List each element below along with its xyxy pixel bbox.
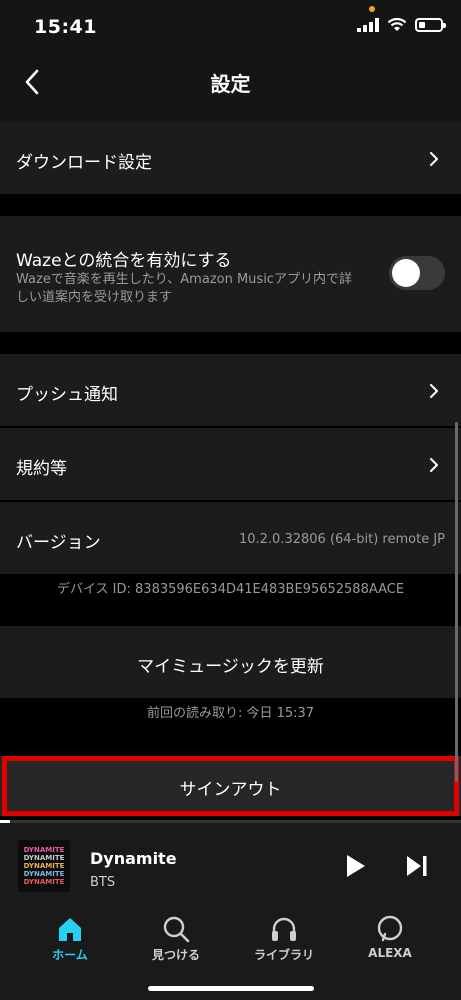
battery-icon [415,18,446,32]
nav-header: 設定 [0,50,461,122]
version-value: 10.2.0.32806 (64-bit) remote JP [238,532,445,547]
refresh-my-music-label: マイミュージックを更新 [137,657,324,677]
version-label: バージョン [16,533,101,553]
waze-integration-row[interactable]: Wazeとの統合を有効にする Wazeで音楽を再生したり、Amazon Musi… [0,216,461,332]
album-art-image: DYNAMITE DYNAMITE DYNAMITE DYNAMITE DYNA… [18,840,70,892]
wifi-icon [387,18,407,31]
skip-next-icon[interactable] [404,853,430,879]
home-icon [59,918,81,941]
headphones-icon [272,917,296,941]
waze-toggle[interactable] [389,256,445,290]
download-settings-label: ダウンロード設定 [16,153,152,173]
toggle-knob [392,259,420,287]
album-art-text: DYNAMITE [24,862,65,870]
album-art-text: DYNAMITE [24,846,65,854]
waze-description-line1: Wazeで音楽を再生したり、Amazon Musicアプリ内で詳 [16,272,352,287]
search-icon [163,916,190,943]
settings-list[interactable]: ダウンロード設定 Wazeとの統合を有効にする Wazeで音楽を再生したり、Am… [0,122,461,820]
signout-highlight-box [2,756,459,816]
cellular-signal-icon [357,18,379,32]
tab-library-label: ライブラリ [253,948,314,962]
status-time: 15:41 [34,16,97,38]
privacy-indicator [369,6,375,12]
push-notification-label: プッシュ通知 [16,385,118,405]
alexa-icon [377,915,403,942]
tab-find-label: 見つける [151,948,200,962]
terms-row[interactable]: 規約等 [0,428,461,500]
album-art-text: DYNAMITE [24,878,65,886]
push-notification-row[interactable]: プッシュ通知 [0,354,461,426]
chevron-right-icon [430,152,438,166]
mini-player[interactable]: DYNAMITE DYNAMITE DYNAMITE DYNAMITE DYNA… [0,823,461,908]
chevron-right-icon [430,384,438,398]
scrollbar[interactable] [455,422,458,782]
tab-bar: ホーム 見つける ライブラリ ALEXA [0,908,461,1000]
status-icons [357,18,446,32]
song-artist: BTS [90,875,116,890]
version-row: バージョン 10.2.0.32806 (64-bit) remote JP [0,502,461,574]
tab-alexa[interactable]: ALEXA [340,914,440,960]
album-art-text: DYNAMITE [24,870,65,878]
home-indicator[interactable] [148,986,314,991]
tab-library[interactable]: ライブラリ [234,914,334,963]
song-title: Dynamite [90,849,177,868]
page-title: 設定 [210,72,251,96]
album-art[interactable]: DYNAMITE DYNAMITE DYNAMITE DYNAMITE DYNA… [18,840,70,892]
play-icon[interactable] [342,853,368,879]
refresh-my-music-button[interactable]: マイミュージックを更新 [0,626,461,698]
album-art-text: DYNAMITE [24,854,65,862]
tab-find[interactable]: 見つける [126,914,226,963]
device-id: デバイス ID: 8383596E634D41E483BE95652588AAC… [56,582,405,597]
last-read-time: 前回の読み取り: 今日 15:37 [146,706,315,721]
tab-home[interactable]: ホーム [20,914,120,963]
waze-description-line2: しい道案内を受け取ります [16,290,173,305]
chevron-right-icon [430,458,438,472]
status-bar: 15:41 [0,0,461,50]
download-settings-row[interactable]: ダウンロード設定 [0,122,461,194]
tab-alexa-label: ALEXA [368,946,412,960]
tab-home-label: ホーム [52,948,88,962]
terms-label: 規約等 [16,459,67,479]
